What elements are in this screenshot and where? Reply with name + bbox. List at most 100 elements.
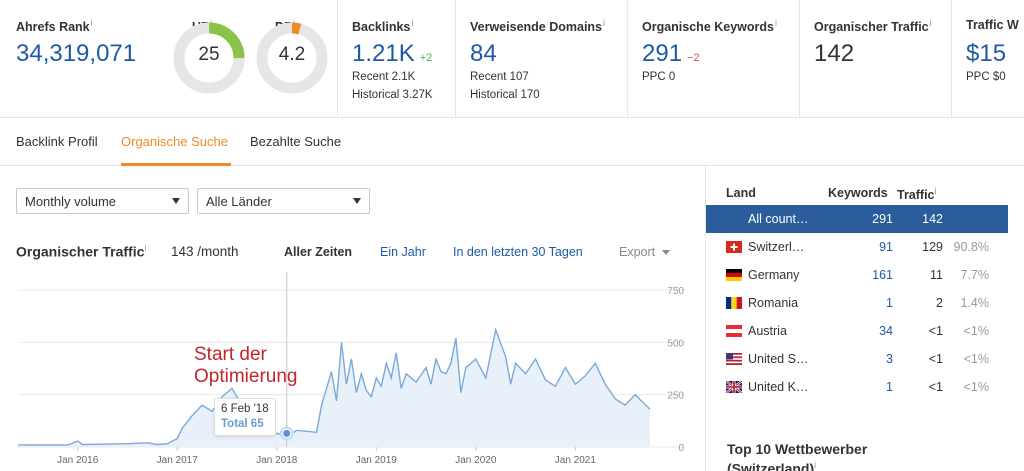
country-traffic-share: 1.4% [960,296,990,310]
annotation-line-1: Start der [194,344,267,365]
traffic-value-ppc: PPC $0 [966,71,1006,83]
info-icon[interactable]: i [775,18,777,28]
country-traffic-share: <1% [963,324,989,338]
info-icon[interactable]: i [603,18,605,28]
range-one-year[interactable]: Ein Jahr [380,245,426,259]
dr-value: 4.2 [278,44,306,65]
flag-ro-icon [726,297,742,309]
flag-at-icon [726,325,742,337]
org-keywords-label: Organische Keywordsi [642,18,777,35]
ref-domains-label: Verweisende Domainsi [470,18,606,35]
traffic-value-card: Traffic W $15 PPC $0 [952,0,1024,118]
country-traffic: 142 [922,212,943,226]
x-tick-label: Jan 2018 [256,455,298,466]
export-label: Export [619,245,656,259]
report-tabs: Backlink Profil Organische Suche Bezahlt… [0,118,1024,166]
y-tick-label: 500 [667,338,684,349]
info-icon[interactable]: i [814,460,816,470]
country-row-de[interactable]: Germany 161 11 7.7% [706,261,1008,289]
backlinks-recent: Recent 2.1K [352,71,416,83]
country-row-all[interactable]: All count… 291 142 [706,205,1008,233]
tab-backlink-profil[interactable]: Backlink Profil [16,134,98,149]
org-keywords-delta: −2 [687,52,700,64]
y-tick-label: 250 [667,391,684,402]
tab-bezahlte-suche[interactable]: Bezahlte Suche [250,134,341,149]
org-keywords-card: Organische Keywordsi 291 −2 PPC 0 [628,0,800,118]
country-keywords[interactable]: 34 [879,324,893,338]
ref-domains-recent: Recent 107 [470,71,529,83]
country-name: United S… [748,352,809,366]
range-last-30-days[interactable]: In den letzten 30 Tagen [453,245,583,259]
tab-organische-suche[interactable]: Organische Suche [121,134,228,149]
traffic-value-value[interactable]: $15 [966,40,1006,68]
y-tick-label: 750 [667,286,684,297]
info-icon[interactable]: i [144,243,146,253]
competitors-subtitle: (Switzerland)i [727,460,817,471]
metrics-bar: Ahrefs Ranki 34,319,071 URi 25 DRi 4.2 B… [0,0,1024,118]
info-icon[interactable]: i [91,18,93,28]
chart-title: Organischer Traffici [16,243,147,260]
country-row-us[interactable]: United S… 3 <1 <1% [706,345,1008,373]
country-name: United K… [748,380,809,394]
country-select[interactable]: Alle Länder [197,188,370,214]
competitors-heading: Top 10 Wettbewerber (Switzerland)i [727,441,867,471]
active-tab-indicator [121,163,231,166]
hover-point [282,428,292,438]
backlinks-value[interactable]: 1.21K +2 [352,40,432,68]
col-keywords[interactable]: Keywords [828,186,888,200]
country-traffic-share: <1% [963,352,989,366]
org-keywords-value[interactable]: 291 −2 [642,40,700,68]
tooltip-date: 6 Feb '18 [221,403,269,415]
country-traffic-share: 7.7% [960,268,990,282]
org-traffic-label: Organischer Traffici [814,18,932,35]
country-keywords[interactable]: 91 [879,240,893,254]
ur-value: 25 [198,44,220,65]
info-icon[interactable]: i [930,18,932,28]
org-traffic-card: Organischer Traffici 142 [800,0,952,118]
org-keywords-ppc: PPC 0 [642,71,676,83]
caret-down-icon [662,250,671,256]
ahrefs-rank-label: Ahrefs Ranki [16,18,93,35]
x-tick-label: Jan 2021 [555,455,597,466]
country-row-ch[interactable]: Switzerl… 91 129 90.8% [706,233,1008,261]
info-icon[interactable]: i [411,18,413,28]
annotation-line-2: Optimierung [194,366,298,387]
ref-domains-historical: Historical 170 [470,89,540,101]
country-keywords[interactable]: 3 [886,352,893,366]
info-icon[interactable]: i [935,186,937,196]
country-row-at[interactable]: Austria 34 <1 <1% [706,317,1008,345]
country-traffic: <1 [928,352,943,366]
rating-gauges-card: URi 25 DRi 4.2 [157,0,338,118]
country-keywords[interactable]: 291 [872,212,893,226]
country-traffic-share: <1% [963,380,989,394]
country-keywords[interactable]: 1 [886,296,893,310]
range-all-time[interactable]: Aller Zeiten [284,245,352,259]
backlinks-card: Backlinksi 1.21K +2 Recent 2.1K Historica… [338,0,456,118]
country-keywords[interactable]: 1 [886,380,893,394]
volume-select-value: Monthly volume [25,194,117,209]
chart-annotation: Start der Optimierung [194,344,298,388]
country-name: All count… [748,212,809,226]
col-land: Land [726,186,756,200]
backlinks-historical: Historical 3.27K [352,89,433,101]
flag-ch-icon [726,241,742,253]
country-row-ro[interactable]: Romania 1 2 1.4% [706,289,1008,317]
export-button[interactable]: Export [619,245,671,259]
country-keywords[interactable]: 161 [872,268,893,282]
ref-domains-value[interactable]: 84 [470,40,497,68]
country-traffic: 2 [936,296,943,310]
country-name: Austria [748,324,787,338]
country-traffic: 11 [930,268,943,282]
org-traffic-value: 142 [814,40,855,67]
flag-de-icon [726,269,742,281]
traffic-chart: 0 250 500 750 Jan 2016 Jan 2017 Jan 2018 Jan 20… [18,272,685,466]
y-tick-label: 0 [678,443,684,454]
ahrefs-rank-value: 34,319,071 [16,40,137,67]
col-traffic[interactable]: Traffici [897,186,937,202]
volume-select[interactable]: Monthly volume [16,188,189,214]
x-tick-label: Jan 2017 [157,455,199,466]
country-row-uk[interactable]: United K… 1 <1 <1% [706,373,1008,401]
country-select-value: Alle Länder [206,194,272,209]
caret-down-icon [172,198,180,204]
caret-down-icon [353,198,361,204]
